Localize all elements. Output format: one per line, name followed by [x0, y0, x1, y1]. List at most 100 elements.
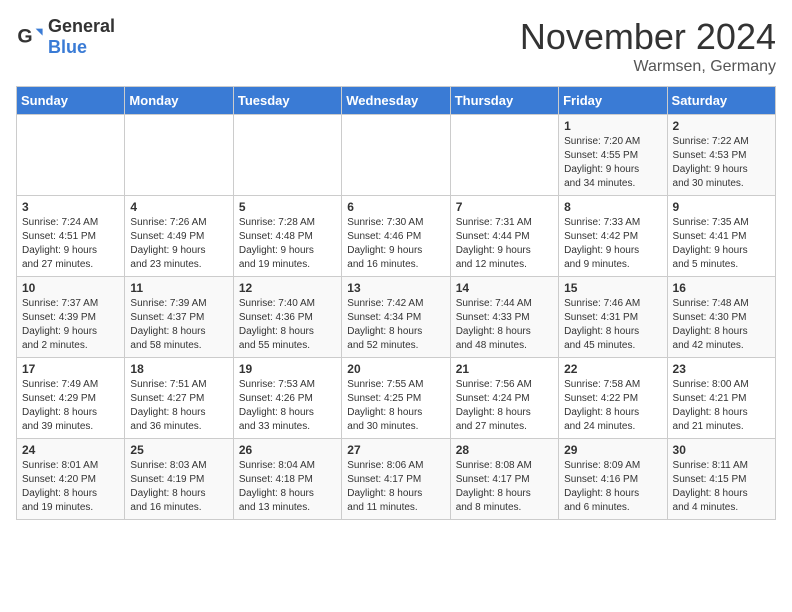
day-info: Sunrise: 7:37 AM Sunset: 4:39 PM Dayligh…	[22, 297, 119, 353]
day-number: 4	[130, 200, 227, 214]
logo-general: General	[48, 16, 115, 36]
week-row-2: 3 Sunrise: 7:24 AM Sunset: 4:51 PM Daylig…	[17, 196, 776, 277]
calendar-cell	[125, 115, 233, 196]
calendar-cell: 9 Sunrise: 7:35 AM Sunset: 4:41 PM Daylig…	[667, 196, 775, 277]
day-info: Sunrise: 7:56 AM Sunset: 4:24 PM Dayligh…	[456, 378, 553, 434]
day-number: 18	[130, 362, 227, 376]
page-header: G General Blue November 2024 Warmsen, Ge…	[16, 16, 776, 76]
day-number: 26	[239, 443, 336, 457]
day-info: Sunrise: 7:30 AM Sunset: 4:46 PM Dayligh…	[347, 216, 444, 272]
calendar-cell: 7Sunrise: 7:31 AM Sunset: 4:44 PM Daylig…	[450, 196, 558, 277]
calendar-cell: 3 Sunrise: 7:24 AM Sunset: 4:51 PM Daylig…	[17, 196, 125, 277]
calendar-cell: 10 Sunrise: 7:37 AM Sunset: 4:39 PM Dayli…	[17, 277, 125, 358]
day-info: Sunrise: 8:00 AM Sunset: 4:21 PM Dayligh…	[673, 378, 770, 434]
day-info: Sunrise: 7:51 AM Sunset: 4:27 PM Dayligh…	[130, 378, 227, 434]
weekday-header-thursday: Thursday	[450, 87, 558, 115]
day-number: 19	[239, 362, 336, 376]
calendar-cell: 20Sunrise: 7:55 AM Sunset: 4:25 PM Dayli…	[342, 358, 450, 439]
day-info: Sunrise: 7:35 AM Sunset: 4:41 PM Dayligh…	[673, 216, 770, 272]
day-number: 29	[564, 443, 661, 457]
calendar-cell: 11Sunrise: 7:39 AM Sunset: 4:37 PM Dayli…	[125, 277, 233, 358]
logo-blue: Blue	[48, 37, 87, 57]
day-info: Sunrise: 8:09 AM Sunset: 4:16 PM Dayligh…	[564, 459, 661, 515]
day-number: 1	[564, 119, 661, 133]
day-info: Sunrise: 7:48 AM Sunset: 4:30 PM Dayligh…	[673, 297, 770, 353]
day-number: 10	[22, 281, 119, 295]
calendar-cell: 8 Sunrise: 7:33 AM Sunset: 4:42 PM Daylig…	[559, 196, 667, 277]
location: Warmsen, Germany	[520, 58, 776, 76]
day-number: 24	[22, 443, 119, 457]
calendar-cell: 29 Sunrise: 8:09 AM Sunset: 4:16 PM Dayli…	[559, 439, 667, 520]
day-info: Sunrise: 7:24 AM Sunset: 4:51 PM Dayligh…	[22, 216, 119, 272]
calendar-cell: 25Sunrise: 8:03 AM Sunset: 4:19 PM Dayli…	[125, 439, 233, 520]
weekday-header-saturday: Saturday	[667, 87, 775, 115]
day-info: Sunrise: 7:28 AM Sunset: 4:48 PM Dayligh…	[239, 216, 336, 272]
day-info: Sunrise: 7:55 AM Sunset: 4:25 PM Dayligh…	[347, 378, 444, 434]
week-row-5: 24Sunrise: 8:01 AM Sunset: 4:20 PM Dayli…	[17, 439, 776, 520]
day-info: Sunrise: 8:04 AM Sunset: 4:18 PM Dayligh…	[239, 459, 336, 515]
month-title: November 2024	[520, 16, 776, 58]
day-info: Sunrise: 8:11 AM Sunset: 4:15 PM Dayligh…	[673, 459, 770, 515]
day-info: Sunrise: 7:20 AM Sunset: 4:55 PM Dayligh…	[564, 135, 661, 191]
day-info: Sunrise: 7:26 AM Sunset: 4:49 PM Dayligh…	[130, 216, 227, 272]
calendar-table: SundayMondayTuesdayWednesdayThursdayFrid…	[16, 86, 776, 520]
calendar-cell: 1 Sunrise: 7:20 AM Sunset: 4:55 PM Daylig…	[559, 115, 667, 196]
calendar-cell: 27 Sunrise: 8:06 AM Sunset: 4:17 PM Dayli…	[342, 439, 450, 520]
day-number: 17	[22, 362, 119, 376]
calendar-cell: 6Sunrise: 7:30 AM Sunset: 4:46 PM Daylig…	[342, 196, 450, 277]
day-number: 7	[456, 200, 553, 214]
title-area: November 2024 Warmsen, Germany	[520, 16, 776, 76]
calendar-cell	[450, 115, 558, 196]
calendar-cell	[17, 115, 125, 196]
day-number: 2	[673, 119, 770, 133]
day-info: Sunrise: 7:22 AM Sunset: 4:53 PM Dayligh…	[673, 135, 770, 191]
week-row-4: 17 Sunrise: 7:49 AM Sunset: 4:29 PM Dayli…	[17, 358, 776, 439]
calendar-cell	[233, 115, 341, 196]
calendar-cell	[342, 115, 450, 196]
calendar-cell: 28 Sunrise: 8:08 AM Sunset: 4:17 PM Dayli…	[450, 439, 558, 520]
logo: G General Blue	[16, 16, 115, 58]
day-number: 23	[673, 362, 770, 376]
calendar-body: 1 Sunrise: 7:20 AM Sunset: 4:55 PM Daylig…	[17, 115, 776, 520]
weekday-header-friday: Friday	[559, 87, 667, 115]
day-info: Sunrise: 7:39 AM Sunset: 4:37 PM Dayligh…	[130, 297, 227, 353]
calendar-cell: 2 Sunrise: 7:22 AM Sunset: 4:53 PM Daylig…	[667, 115, 775, 196]
day-number: 15	[564, 281, 661, 295]
day-number: 3	[22, 200, 119, 214]
day-info: Sunrise: 7:40 AM Sunset: 4:36 PM Dayligh…	[239, 297, 336, 353]
calendar-cell: 19 Sunrise: 7:53 AM Sunset: 4:26 PM Dayli…	[233, 358, 341, 439]
calendar-cell: 18 Sunrise: 7:51 AM Sunset: 4:27 PM Dayli…	[125, 358, 233, 439]
day-number: 21	[456, 362, 553, 376]
week-row-3: 10 Sunrise: 7:37 AM Sunset: 4:39 PM Dayli…	[17, 277, 776, 358]
day-number: 9	[673, 200, 770, 214]
day-number: 8	[564, 200, 661, 214]
calendar-cell: 23 Sunrise: 8:00 AM Sunset: 4:21 PM Dayli…	[667, 358, 775, 439]
logo-icon: G	[16, 23, 44, 51]
day-number: 22	[564, 362, 661, 376]
calendar-cell: 24Sunrise: 8:01 AM Sunset: 4:20 PM Dayli…	[17, 439, 125, 520]
day-info: Sunrise: 8:06 AM Sunset: 4:17 PM Dayligh…	[347, 459, 444, 515]
weekday-header-wednesday: Wednesday	[342, 87, 450, 115]
calendar-cell: 22 Sunrise: 7:58 AM Sunset: 4:22 PM Dayli…	[559, 358, 667, 439]
day-number: 28	[456, 443, 553, 457]
day-info: Sunrise: 7:58 AM Sunset: 4:22 PM Dayligh…	[564, 378, 661, 434]
day-number: 30	[673, 443, 770, 457]
day-number: 16	[673, 281, 770, 295]
day-number: 27	[347, 443, 444, 457]
day-info: Sunrise: 7:44 AM Sunset: 4:33 PM Dayligh…	[456, 297, 553, 353]
day-info: Sunrise: 7:42 AM Sunset: 4:34 PM Dayligh…	[347, 297, 444, 353]
calendar-cell: 26 Sunrise: 8:04 AM Sunset: 4:18 PM Dayli…	[233, 439, 341, 520]
day-info: Sunrise: 8:03 AM Sunset: 4:19 PM Dayligh…	[130, 459, 227, 515]
day-info: Sunrise: 7:53 AM Sunset: 4:26 PM Dayligh…	[239, 378, 336, 434]
weekday-header-tuesday: Tuesday	[233, 87, 341, 115]
day-info: Sunrise: 7:49 AM Sunset: 4:29 PM Dayligh…	[22, 378, 119, 434]
weekday-header-row: SundayMondayTuesdayWednesdayThursdayFrid…	[17, 87, 776, 115]
day-number: 13	[347, 281, 444, 295]
calendar-cell: 15Sunrise: 7:46 AM Sunset: 4:31 PM Dayli…	[559, 277, 667, 358]
svg-text:G: G	[17, 26, 32, 48]
calendar-cell: 16 Sunrise: 7:48 AM Sunset: 4:30 PM Dayli…	[667, 277, 775, 358]
day-number: 5	[239, 200, 336, 214]
day-info: Sunrise: 8:08 AM Sunset: 4:17 PM Dayligh…	[456, 459, 553, 515]
week-row-1: 1 Sunrise: 7:20 AM Sunset: 4:55 PM Daylig…	[17, 115, 776, 196]
day-info: Sunrise: 7:33 AM Sunset: 4:42 PM Dayligh…	[564, 216, 661, 272]
